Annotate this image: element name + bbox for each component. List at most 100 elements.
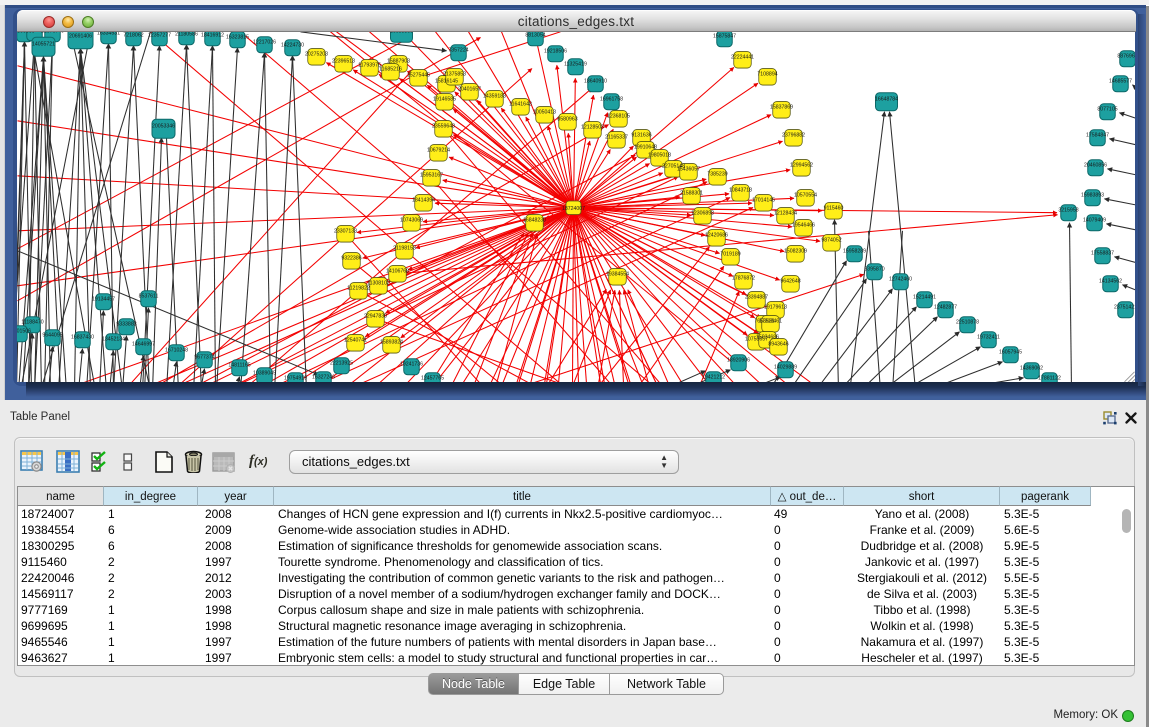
svg-text:19384554: 19384554 bbox=[605, 271, 628, 277]
svg-text:8813054: 8813054 bbox=[525, 32, 545, 38]
svg-text:23307133: 23307133 bbox=[333, 228, 356, 234]
svg-text:14106768: 14106768 bbox=[385, 268, 408, 274]
svg-text:9874052: 9874052 bbox=[821, 237, 841, 243]
svg-text:7218062: 7218062 bbox=[123, 32, 143, 38]
svg-text:16033809: 16033809 bbox=[389, 32, 412, 34]
svg-text:12420686: 12420686 bbox=[704, 232, 727, 238]
svg-text:15034686: 15034686 bbox=[755, 334, 778, 340]
svg-text:12482877: 12482877 bbox=[933, 304, 956, 310]
svg-text:14029889: 14029889 bbox=[773, 364, 796, 370]
svg-text:7357224: 7357224 bbox=[448, 47, 468, 53]
svg-text:15953167: 15953167 bbox=[419, 172, 442, 178]
svg-text:15875847: 15875847 bbox=[712, 33, 735, 39]
svg-text:15082309: 15082309 bbox=[783, 248, 806, 254]
svg-text:14079409: 14079409 bbox=[1082, 217, 1105, 223]
svg-text:19179613: 19179613 bbox=[763, 304, 786, 310]
svg-text:11188470: 11188470 bbox=[21, 319, 43, 325]
svg-text:15816145: 15816145 bbox=[434, 78, 457, 84]
svg-text:20275203: 20275203 bbox=[304, 51, 327, 57]
svg-text:19241736: 19241736 bbox=[399, 361, 422, 367]
svg-text:12217026: 12217026 bbox=[252, 39, 275, 45]
svg-text:18724007: 18724007 bbox=[561, 205, 584, 211]
svg-text:17318461: 17318461 bbox=[758, 318, 781, 324]
svg-text:15837869: 15837869 bbox=[769, 104, 792, 110]
svg-text:11308102: 11308102 bbox=[367, 280, 390, 286]
svg-text:19546466: 19546466 bbox=[791, 222, 814, 228]
svg-text:20053346: 20053346 bbox=[151, 123, 174, 129]
svg-text:11685216: 11685216 bbox=[379, 66, 402, 72]
svg-text:20460856: 20460856 bbox=[1083, 162, 1106, 168]
svg-text:21588301: 21588301 bbox=[679, 190, 702, 196]
svg-text:14224730: 14224730 bbox=[280, 42, 303, 48]
svg-text:18414394: 18414394 bbox=[411, 197, 434, 203]
svg-text:19805018: 19805018 bbox=[647, 152, 670, 158]
svg-text:12994562: 12994562 bbox=[789, 162, 812, 168]
svg-text:20691406: 20691406 bbox=[68, 33, 91, 39]
svg-text:18640910: 18640910 bbox=[583, 78, 606, 84]
svg-text:3215958: 3215958 bbox=[1058, 207, 1078, 213]
svg-text:12128503: 12128503 bbox=[580, 124, 603, 130]
svg-text:8537611: 8537611 bbox=[138, 293, 158, 299]
svg-text:19754919: 19754919 bbox=[283, 375, 306, 381]
svg-text:9131636: 9131636 bbox=[631, 132, 651, 138]
svg-text:15887903: 15887903 bbox=[386, 58, 409, 64]
svg-text:10743069: 10743069 bbox=[399, 217, 422, 223]
svg-text:14811165: 14811165 bbox=[228, 362, 250, 368]
svg-text:10570554: 10570554 bbox=[793, 192, 816, 198]
svg-text:14685577: 14685577 bbox=[1108, 78, 1131, 84]
svg-text:11793975: 11793975 bbox=[358, 62, 381, 68]
svg-text:19732411: 19732411 bbox=[977, 334, 1000, 340]
svg-text:21375853: 21375853 bbox=[442, 71, 465, 77]
svg-text:16323815: 16323815 bbox=[225, 34, 248, 40]
svg-text:19910648: 19910648 bbox=[633, 144, 656, 150]
svg-text:14646997: 14646997 bbox=[131, 341, 154, 347]
svg-text:13452134: 13452134 bbox=[101, 336, 124, 342]
svg-text:11641643: 11641643 bbox=[509, 101, 532, 107]
svg-text:10679214: 10679214 bbox=[426, 147, 449, 153]
svg-text:14055721: 14055721 bbox=[31, 41, 54, 47]
svg-text:23796882: 23796882 bbox=[781, 132, 804, 138]
svg-text:17558837: 17558837 bbox=[1090, 250, 1113, 256]
svg-text:10050413: 10050413 bbox=[532, 109, 555, 115]
svg-text:16334531: 16334531 bbox=[96, 32, 119, 36]
svg-text:16648784: 16648784 bbox=[874, 96, 897, 102]
svg-text:22510878: 22510878 bbox=[955, 319, 978, 325]
svg-text:15893824: 15893824 bbox=[379, 339, 402, 345]
svg-text:20401657: 20401657 bbox=[457, 86, 480, 92]
svg-text:22224441: 22224441 bbox=[730, 54, 753, 60]
svg-text:7019189: 7019189 bbox=[720, 251, 740, 257]
svg-text:23394887: 23394887 bbox=[744, 294, 767, 300]
svg-text:15436057: 15436057 bbox=[676, 166, 699, 172]
svg-text:9115460: 9115460 bbox=[823, 205, 843, 211]
svg-text:17014145: 17014145 bbox=[751, 197, 774, 203]
svg-text:10843718: 10843718 bbox=[728, 187, 751, 193]
svg-text:15214491: 15214491 bbox=[912, 294, 935, 300]
svg-text:16961758: 16961758 bbox=[599, 96, 622, 102]
svg-text:8077105: 8077105 bbox=[1097, 106, 1117, 112]
svg-text:12357277: 12357277 bbox=[147, 32, 170, 38]
svg-text:16837430: 16837430 bbox=[70, 334, 93, 340]
svg-text:9642648: 9642648 bbox=[780, 278, 800, 284]
svg-text:12368105: 12368105 bbox=[606, 113, 629, 119]
svg-text:16057945: 16057945 bbox=[998, 349, 1021, 355]
svg-text:22396513: 22396513 bbox=[331, 58, 354, 64]
svg-text:17881122: 17881122 bbox=[1038, 375, 1061, 381]
svg-text:15983893: 15983893 bbox=[1080, 192, 1103, 198]
svg-text:12128434: 12128434 bbox=[773, 210, 796, 216]
svg-text:10389045: 10389045 bbox=[252, 370, 275, 376]
svg-text:19134457: 19134457 bbox=[91, 296, 114, 302]
svg-text:16848230: 16848230 bbox=[522, 217, 545, 223]
svg-text:21165337: 21165337 bbox=[605, 134, 628, 140]
svg-text:21076749: 21076749 bbox=[40, 32, 63, 34]
svg-text:9644095: 9644095 bbox=[42, 332, 62, 338]
svg-text:19146585: 19146585 bbox=[432, 96, 455, 102]
svg-text:19701506: 19701506 bbox=[17, 328, 31, 334]
svg-text:21198153: 21198153 bbox=[393, 245, 416, 251]
svg-text:8580963: 8580963 bbox=[557, 116, 577, 122]
svg-text:9395870: 9395870 bbox=[864, 266, 884, 272]
svg-text:15958289: 15958289 bbox=[842, 248, 865, 254]
svg-text:17584847: 17584847 bbox=[1085, 132, 1108, 138]
svg-text:11325419: 11325419 bbox=[564, 61, 587, 67]
svg-text:14359183: 14359183 bbox=[482, 93, 505, 99]
svg-text:12306893: 12306893 bbox=[690, 210, 713, 216]
